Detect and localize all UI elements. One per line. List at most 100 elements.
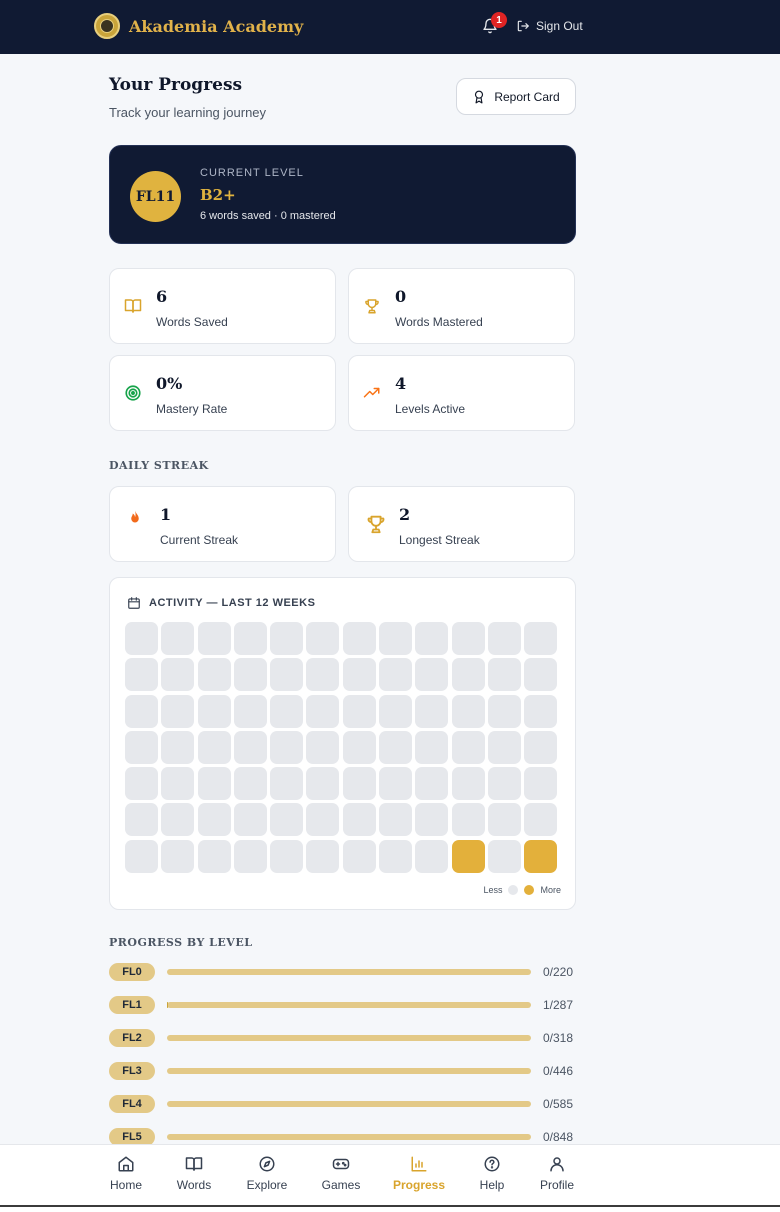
stat-label: Mastery Rate	[156, 402, 228, 416]
level-badge: FL11	[130, 171, 181, 222]
activity-cell	[487, 658, 521, 692]
level-progress-bar	[167, 1134, 531, 1140]
activity-cell	[233, 839, 267, 873]
activity-cell	[270, 803, 304, 837]
activity-cell	[451, 658, 485, 692]
nav-item-words[interactable]: Words	[164, 1155, 224, 1192]
activity-cell	[197, 658, 231, 692]
activity-cell	[379, 730, 413, 764]
activity-cell	[524, 658, 558, 692]
legend-less-label: Less	[483, 885, 503, 895]
activity-cell	[161, 622, 195, 655]
level-pill: FL0	[109, 963, 155, 981]
stat-value: 1	[160, 505, 172, 524]
compass-icon	[259, 1156, 275, 1172]
sign-out-label: Sign Out	[536, 19, 583, 33]
activity-cell	[379, 622, 413, 655]
level-progress-bar	[167, 1068, 531, 1074]
activity-cell	[233, 730, 267, 764]
report-card-label: Report Card	[494, 89, 560, 104]
activity-cell	[524, 622, 558, 655]
report-card-button[interactable]: Report Card	[456, 78, 576, 115]
stat-label: Longest Streak	[399, 533, 480, 547]
activity-cell	[415, 730, 449, 764]
activity-cell	[451, 730, 485, 764]
stat-label: Words Mastered	[395, 315, 483, 329]
level-pill: FL3	[109, 1062, 155, 1080]
top-bar: Akademia Academy 1 Sign Out	[0, 0, 780, 54]
help-circle-icon	[484, 1156, 500, 1172]
level-row: FL5 0/848	[109, 1127, 577, 1144]
activity-cell	[125, 803, 158, 837]
nav-item-games[interactable]: Games	[311, 1155, 371, 1192]
activity-cell	[524, 730, 558, 764]
activity-cell	[415, 803, 449, 837]
current-level-card: FL11 CURRENT LEVEL B2+ 6 words saved · 0…	[109, 145, 576, 244]
level-pill: FL4	[109, 1095, 155, 1113]
activity-cell	[342, 622, 376, 655]
calendar-icon	[128, 597, 140, 609]
activity-cell	[306, 730, 340, 764]
activity-cell	[125, 730, 158, 764]
activity-cell	[161, 839, 195, 873]
activity-cell	[342, 658, 376, 692]
activity-cell-active	[524, 839, 558, 873]
level-count: 1/287	[543, 998, 574, 1012]
level-pill: FL1	[109, 996, 155, 1014]
nav-label: Help	[479, 1178, 505, 1192]
page-subtitle: Track your learning journey	[109, 105, 267, 120]
activity-cell	[125, 767, 158, 801]
log-out-icon	[517, 20, 529, 32]
nav-item-profile[interactable]: Profile	[527, 1155, 587, 1192]
trophy-icon	[365, 299, 379, 314]
stat-card-mastery-rate: 0% Mastery Rate	[109, 355, 336, 431]
activity-cell	[451, 767, 485, 801]
activity-cell	[487, 839, 521, 873]
stat-card-longest-streak: 2 Longest Streak	[348, 486, 575, 562]
activity-cell	[125, 622, 158, 655]
page-title: Your Progress	[109, 75, 243, 95]
nav-item-home[interactable]: Home	[96, 1155, 156, 1192]
stat-value: 4	[395, 374, 407, 393]
legend-empty-dot	[508, 885, 519, 895]
activity-cell	[197, 839, 231, 873]
activity-card: ACTIVITY — LAST 12 WEEKS Less More	[109, 577, 576, 910]
activity-cell	[379, 694, 413, 728]
activity-cell	[415, 767, 449, 801]
level-progress-bar	[167, 1035, 531, 1041]
level-progress-bar	[167, 1101, 531, 1107]
level-progress-fill	[167, 1002, 169, 1008]
nav-label: Games	[321, 1178, 361, 1192]
nav-item-progress[interactable]: Progress	[389, 1155, 449, 1192]
sign-out-button[interactable]: Sign Out	[516, 19, 583, 33]
stat-value: 6	[156, 287, 168, 306]
activity-cell	[306, 839, 340, 873]
nav-item-explore[interactable]: Explore	[237, 1155, 297, 1192]
activity-cell	[379, 767, 413, 801]
level-row: FL4 0/585	[109, 1094, 577, 1114]
daily-streak-heading: DAILY STREAK	[109, 459, 209, 472]
main-content[interactable]: Your Progress Track your learning journe…	[0, 54, 780, 1144]
stat-card-words-mastered: 0 Words Mastered	[348, 268, 575, 344]
bottom-divider	[0, 1205, 780, 1207]
activity-cell	[306, 803, 340, 837]
activity-legend: Less More	[483, 885, 561, 895]
activity-title-text: ACTIVITY — LAST 12 WEEKS	[149, 597, 316, 609]
activity-cell	[415, 658, 449, 692]
activity-cell	[161, 767, 195, 801]
brand[interactable]: Akademia Academy	[94, 13, 303, 39]
activity-cell	[161, 803, 195, 837]
activity-cell	[197, 767, 231, 801]
activity-cell	[487, 803, 521, 837]
activity-cell	[270, 839, 304, 873]
activity-cell	[524, 803, 558, 837]
activity-cell-active	[451, 839, 485, 873]
stat-value: 0	[395, 287, 407, 306]
activity-cell	[342, 803, 376, 837]
nav-label: Progress	[392, 1178, 446, 1192]
nav-item-help[interactable]: Help	[462, 1155, 522, 1192]
activity-cell	[487, 730, 521, 764]
gamepad-icon	[332, 1158, 350, 1170]
stat-label: Words Saved	[156, 315, 228, 329]
activity-cell	[161, 694, 195, 728]
